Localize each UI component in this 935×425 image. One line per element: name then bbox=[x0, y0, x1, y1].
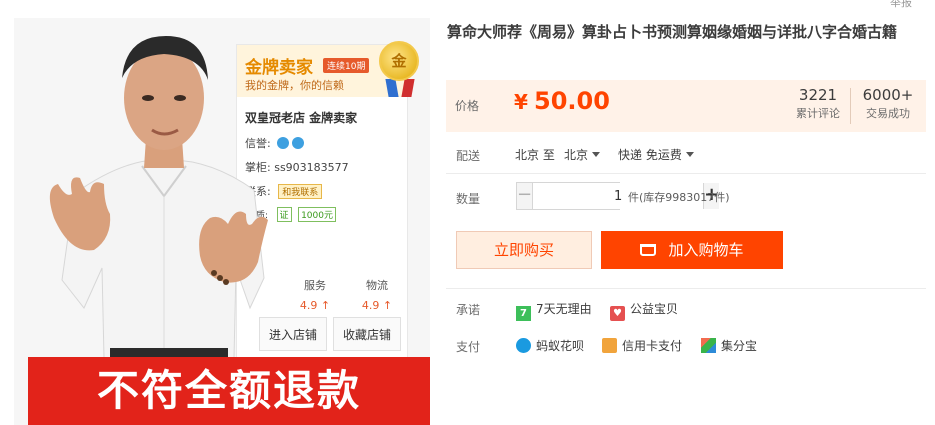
chevron-down-icon bbox=[685, 152, 694, 157]
jifenbao-text: 集分宝 bbox=[721, 339, 758, 353]
currency-symbol: ¥ bbox=[514, 90, 528, 114]
payment-label: 支付 bbox=[456, 340, 481, 354]
price-panel: 价格 ¥ 50.00 3221 累计评论 6000+ 交易成功 bbox=[446, 80, 926, 132]
shipping-label: 配送 bbox=[456, 149, 481, 163]
chevron-down-icon bbox=[592, 152, 601, 157]
quantity-stepper: − + bbox=[516, 182, 720, 210]
ship-method-value: 快递 免运费 bbox=[618, 148, 682, 162]
credit-card-icon bbox=[602, 338, 617, 353]
reviews-count: 3221 bbox=[798, 86, 838, 104]
seven-day-return-item[interactable]: 7 7天无理由 bbox=[516, 300, 592, 321]
divider bbox=[446, 288, 926, 289]
price-value: 50.00 bbox=[534, 87, 610, 115]
reviews-caption: 累计评论 bbox=[796, 107, 840, 120]
seven-day-text: 7天无理由 bbox=[536, 302, 592, 316]
ship-to-value: 北京 bbox=[564, 148, 589, 162]
ship-method-select[interactable]: 快递 免运费 bbox=[618, 146, 694, 163]
charity-heart-icon: ♥ bbox=[610, 306, 625, 321]
product-title: 算命大师荐《周易》算卦占卜书预测算姻缘婚姻与详批八字合婚古籍 bbox=[447, 23, 898, 41]
huabei-payment[interactable]: 蚂蚁花呗 bbox=[516, 337, 584, 354]
stat-divider bbox=[850, 88, 851, 124]
reviews-stat[interactable]: 3221 累计评论 bbox=[790, 86, 846, 121]
sales-stat: 6000+ 交易成功 bbox=[858, 86, 918, 121]
add-to-cart-button[interactable]: 加入购物车 bbox=[601, 231, 783, 269]
seven-day-icon: 7 bbox=[516, 306, 531, 321]
huabei-text: 蚂蚁花呗 bbox=[536, 339, 585, 353]
promise-label: 承诺 bbox=[456, 303, 481, 317]
add-to-cart-label: 加入购物车 bbox=[668, 241, 744, 259]
buy-now-button[interactable]: 立即购买 bbox=[456, 231, 592, 269]
cart-icon bbox=[640, 244, 657, 256]
jifenbao-payment[interactable]: 集分宝 bbox=[701, 337, 757, 354]
report-link[interactable]: 举报 bbox=[890, 0, 912, 10]
price-label: 价格 bbox=[455, 99, 480, 113]
quantity-label: 数量 bbox=[456, 192, 481, 206]
huabei-icon bbox=[516, 338, 531, 353]
credit-card-payment[interactable]: 信用卡支付 bbox=[602, 337, 682, 354]
ship-from-text: 北京 至 bbox=[515, 148, 555, 162]
credit-card-text: 信用卡支付 bbox=[622, 339, 683, 353]
divider bbox=[446, 173, 926, 174]
stock-text: 件(库存9983017件) bbox=[628, 191, 730, 204]
full-refund-banner: 不符全额退款 bbox=[28, 357, 430, 425]
sales-caption: 交易成功 bbox=[866, 107, 910, 120]
quantity-decrease-button[interactable]: − bbox=[517, 183, 534, 209]
charity-item[interactable]: ♥ 公益宝贝 bbox=[610, 300, 678, 321]
charity-text: 公益宝贝 bbox=[630, 302, 679, 316]
sales-count: 6000+ bbox=[862, 86, 914, 104]
jifenbao-icon bbox=[701, 338, 716, 353]
ship-to-select[interactable]: 北京 bbox=[564, 146, 601, 163]
